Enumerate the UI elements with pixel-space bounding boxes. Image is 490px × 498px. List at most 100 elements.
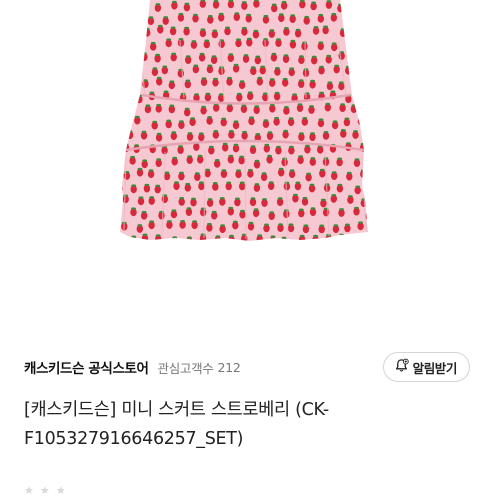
strawberry-leaf [358,221,363,224]
strawberry-leaf [275,67,280,70]
strawberry-leaf [131,207,136,210]
strawberry-leaf [191,40,197,43]
strawberry-leaf [127,130,133,133]
strawberry-dot [120,30,124,39]
strawberry-leaf [289,169,295,172]
strawberry-leaf [250,66,256,69]
strawberry-leaf [299,55,304,58]
strawberry-leaf [212,29,218,32]
strawberry-leaf [152,120,158,124]
strawberry-leaf [292,93,297,96]
strawberry-leaf [235,197,240,200]
strawberry-leaf [331,171,337,174]
strawberry-leaf [141,210,147,214]
strawberry-leaf [323,131,329,134]
strawberry-leaf [306,172,311,175]
strawberry-leaf [137,94,142,97]
strawberry-dot [355,54,362,63]
strawberry-leaf [123,194,129,197]
strawberry-leaf [366,28,368,32]
strawberry-leaf [305,144,310,148]
strawberry-dot [133,38,141,47]
strawberry-leaf [263,119,269,122]
strawberry-leaf [298,208,304,211]
strawberry-leaf [347,12,353,15]
strawberry-leaf [248,221,254,225]
strawberry-leaf [281,236,287,239]
strawberry-leaf [123,67,129,71]
strawberry-leaf [120,107,121,110]
strawberry-leaf [191,197,196,200]
strawberry-dot [126,0,134,9]
strawberry-leaf [156,132,162,136]
strawberry-leaf [207,64,213,67]
strawberry-leaf [233,63,239,67]
strawberry-leaf [361,94,367,97]
product-image[interactable] [0,0,490,332]
strawberry-leaf [136,65,142,69]
notify-button[interactable]: 알림받기 [382,352,470,382]
strawberry-leaf [290,14,296,17]
strawberry-leaf [323,157,329,160]
strawberry-dot [365,212,368,221]
strawberry-leaf [113,160,118,162]
strawberry-dot [364,78,368,87]
strawberry-dot [367,1,368,10]
strawberry-leaf [207,116,213,119]
strawberry-leaf [295,28,301,32]
strawberry-leaf [205,92,211,96]
strawberry-leaf [354,29,360,32]
strawberry-leaf [228,206,234,210]
strawberry-dot [354,79,361,88]
strawberry-leaf [162,65,168,68]
strawberry-leaf [233,143,239,146]
strawberry-dot [128,78,136,87]
strawberry-leaf [289,145,294,149]
strawberry-dot [358,16,366,25]
strawberry-leaf [174,181,179,184]
strawberry-leaf [298,79,304,82]
strawberry-leaf [131,184,137,187]
strawberry-leaf [367,0,368,3]
strawberry-leaf [345,65,351,69]
strawberry-leaf [260,65,266,69]
strawberry-dot [120,16,127,25]
strawberry-leaf [278,13,284,16]
strawberry-leaf [274,116,279,120]
strawberry-leaf [213,77,218,81]
strawberry-leaf [284,27,289,30]
strawberry-leaf [340,129,346,132]
strawberry-leaf [185,79,191,82]
strawberry-dot [141,53,148,61]
strawberry-leaf [356,53,361,56]
strawberry-leaf [192,220,198,223]
strawberry-leaf [193,64,199,67]
strawberry-leaf [207,15,213,18]
strawberry-dot [113,131,119,139]
strawberry-leaf [281,0,287,4]
strawberry-leaf [138,196,144,199]
store-name[interactable]: 캐스키드슨 공식스토어 [24,357,149,377]
strawberry-leaf [194,172,200,175]
strawberry-leaf [268,181,274,184]
strawberry-leaf [360,169,366,172]
strawberry-leaf [297,103,303,106]
strawberry-leaf [144,27,150,31]
strawberry-leaf [347,40,353,44]
strawberry-leaf [331,12,337,16]
strawberry-leaf [295,181,301,184]
strawberry-leaf [219,197,225,200]
strawberry-leaf [148,169,154,172]
strawberry-leaf [246,13,252,17]
strawberry-leaf [278,167,284,171]
strawberry-leaf [319,224,325,227]
strawberry-leaf [263,14,269,18]
strawberry-leaf [127,51,133,54]
strawberry-leaf [311,55,317,58]
strawberry-leaf [199,52,205,56]
strawberry-leaf [255,133,261,136]
strawberry-leaf [197,154,203,158]
strawberry-leaf [257,234,263,237]
strawberry-leaf [124,120,130,123]
strawberry-leaf [207,222,212,226]
